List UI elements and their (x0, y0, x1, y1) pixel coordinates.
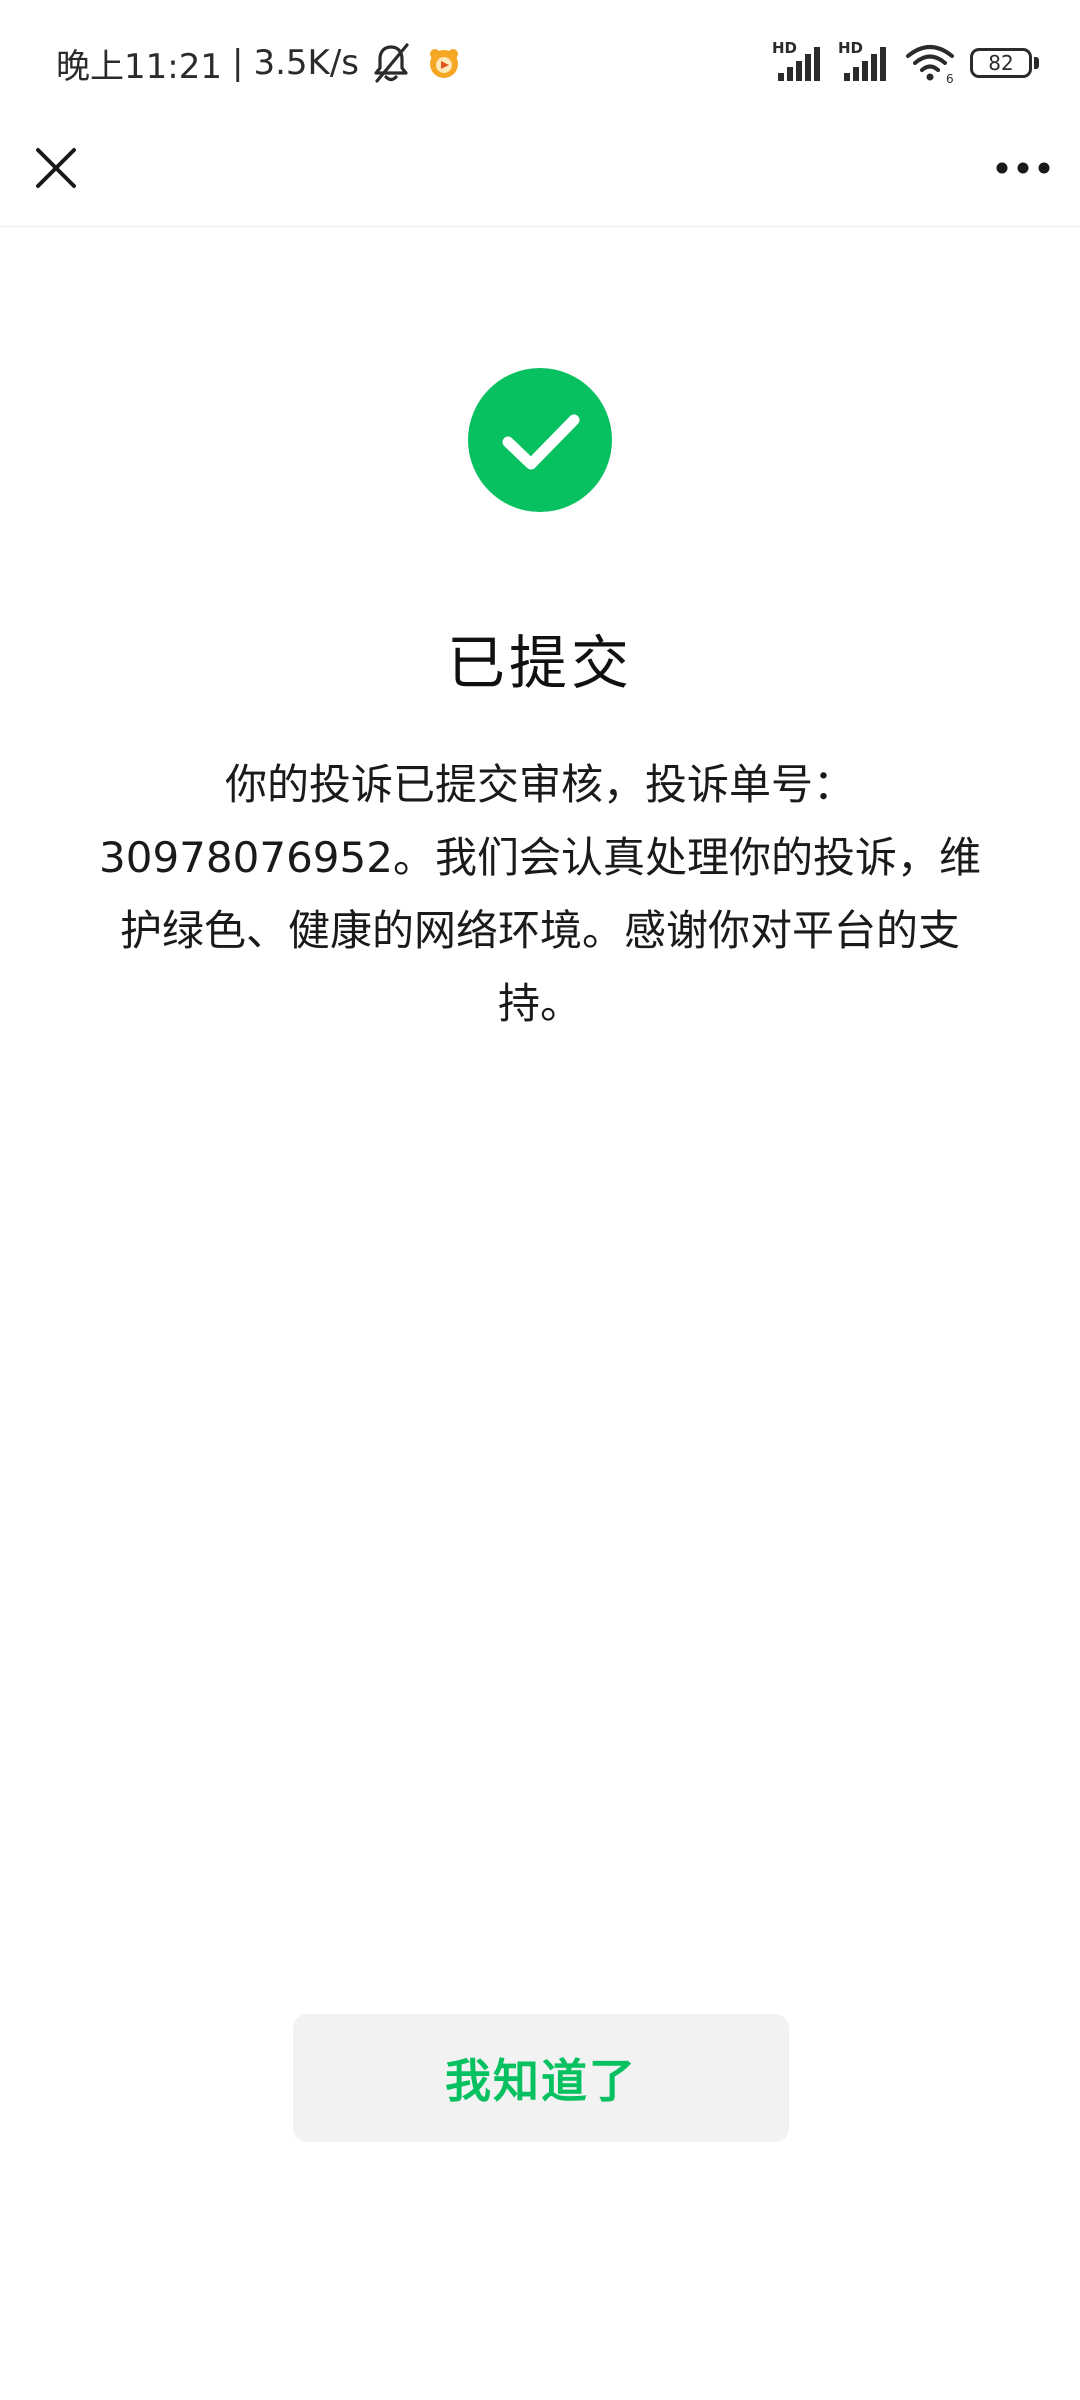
status-time: 晚上11:21 (56, 46, 222, 87)
acknowledge-button[interactable]: 我知道了 (293, 2014, 789, 2142)
app-notification-icon (430, 49, 458, 78)
battery-body: 82 (970, 48, 1032, 78)
wifi-icon: 6 (906, 45, 954, 84)
battery-cap (1034, 57, 1039, 69)
signal-icon: HD (838, 39, 890, 83)
close-button[interactable] (26, 138, 86, 198)
status-bar: 晚上11:21 | 3.5K/s HD HD 6 82 (0, 0, 1080, 120)
result-message: 你的投诉已提交审核，投诉单号：30978076952。我们会认真处理你的投诉，维… (99, 760, 981, 1028)
status-separator: | (231, 43, 244, 83)
more-button[interactable] (988, 138, 1058, 198)
signal-icon: HD (772, 39, 824, 83)
svg-text:6: 6 (946, 72, 954, 84)
battery-level: 82 (988, 51, 1014, 75)
close-icon (36, 148, 76, 188)
battery-icon: 82 (970, 46, 1040, 80)
top-nav (0, 120, 1080, 227)
status-left: 晚上11:21 | 3.5K/s (56, 38, 461, 88)
bell-muted-icon (374, 43, 409, 83)
screen: 晚上11:21 | 3.5K/s HD HD 6 82 已提交 你的投诉已提交审… (0, 0, 1080, 2400)
status-right: HD HD 6 82 (772, 39, 1040, 86)
result-title: 已提交 (446, 629, 633, 697)
more-icon (996, 162, 1050, 174)
checkmark-circle-icon (468, 368, 612, 512)
network-speed: 3.5K/s (253, 43, 359, 83)
